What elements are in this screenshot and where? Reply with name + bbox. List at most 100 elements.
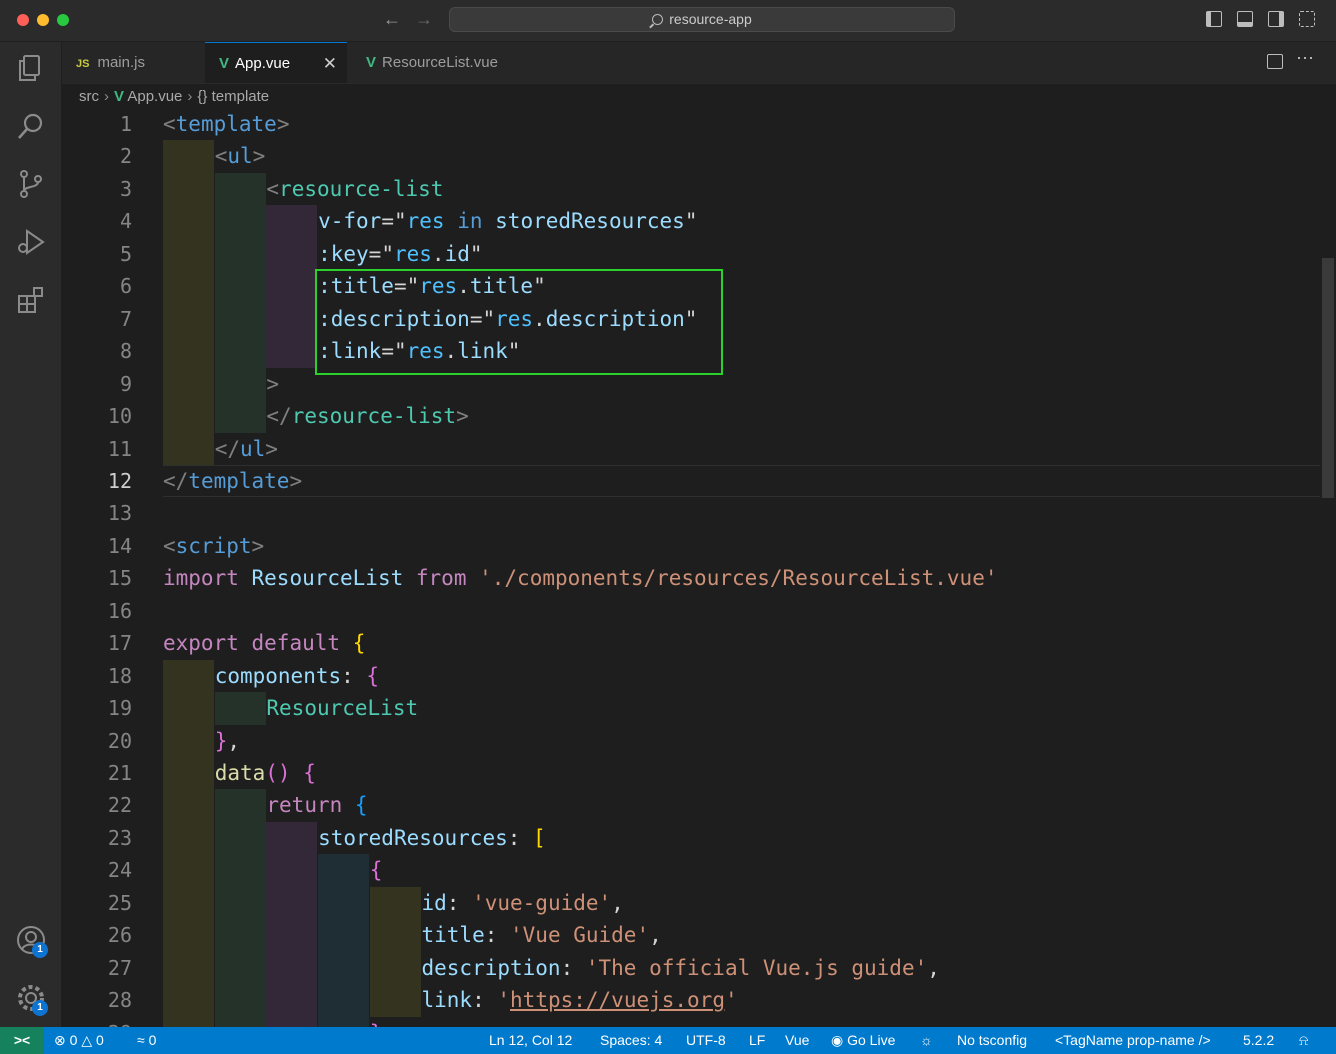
language-mode[interactable]: Vue (785, 1027, 809, 1054)
close-tab-icon[interactable]: ✕ (323, 43, 337, 84)
toggle-secondary-sidebar-icon[interactable] (1268, 11, 1284, 27)
indentation-setting[interactable]: Spaces: 4 (600, 1027, 662, 1054)
code-token: > (266, 371, 280, 396)
code-line[interactable]: storedResources: [ (318, 822, 546, 854)
code-line[interactable]: export default { (163, 627, 365, 659)
code-line[interactable]: components: { (215, 660, 379, 692)
code-area[interactable]: <template> <ul> <resource-list v-for="res i… (163, 108, 1323, 1027)
breadcrumb-file[interactable]: App.vue (127, 88, 182, 105)
code-token: id (444, 241, 470, 266)
source-control-icon[interactable] (15, 168, 47, 200)
code-line[interactable]: import ResourceList from './components/r… (163, 562, 998, 594)
code-token: , (927, 955, 940, 980)
code-line[interactable]: </ul> (215, 433, 278, 465)
code-line[interactable]: <template> (163, 108, 289, 140)
indent-guide (163, 432, 214, 465)
code-token: =" (381, 209, 407, 234)
tab-label: ResourceList.vue (382, 54, 498, 71)
code-token: data (214, 761, 266, 785)
code-line[interactable]: link: 'https://vuejs.org' (422, 984, 738, 1016)
tab-main-js[interactable]: JS main.js (62, 42, 204, 83)
code-token: { (369, 858, 383, 883)
editor-scrollbar[interactable] (1320, 108, 1336, 1027)
indent-guide (214, 951, 266, 985)
minimize-window-button[interactable] (37, 14, 49, 26)
cursor-position[interactable]: Ln 12, Col 12 (489, 1027, 572, 1054)
breadcrumb-folder[interactable]: src (79, 88, 99, 105)
tag-name-format[interactable]: <TagName prop-name /> (1055, 1027, 1211, 1054)
remote-indicator[interactable]: >< (0, 1027, 44, 1054)
tab-label: App.vue (235, 55, 291, 72)
explorer-icon[interactable] (15, 52, 47, 84)
code-line[interactable]: </resource-list> (266, 400, 468, 432)
indent-guide (266, 270, 318, 303)
activity-bar: 1 1 (0, 42, 62, 1027)
line-number-gutter: 1 2 3 4 5 6 7 8 9 10 11 12 13 14 15 16 17 18 19 20 21 22 23 24 2… (62, 108, 142, 1027)
code-line[interactable]: </template> (163, 465, 302, 497)
code-token: </ (266, 404, 292, 429)
indent-guide (214, 1016, 266, 1027)
settings-badge: 1 (32, 1000, 48, 1016)
code-line[interactable]: <ul> (215, 140, 266, 172)
end-of-line[interactable]: LF (749, 1027, 765, 1054)
code-line[interactable]: :key="res.id" (318, 238, 482, 270)
maximize-window-button[interactable] (57, 14, 69, 26)
code-line[interactable]: } (370, 1017, 383, 1027)
toggle-primary-sidebar-icon[interactable] (1206, 11, 1222, 27)
scrollbar-thumb[interactable] (1322, 258, 1334, 498)
code-line[interactable]: ResourceList (266, 692, 418, 724)
code-line[interactable]: <script> (163, 530, 264, 562)
code-line[interactable]: { (370, 854, 383, 886)
code-line[interactable]: v-for="res in storedResources" (318, 205, 697, 237)
breadcrumb-symbol[interactable]: template (212, 88, 270, 105)
code-line[interactable]: }, (215, 725, 240, 757)
code-token: description (421, 955, 561, 980)
indent-guide (163, 1016, 214, 1027)
notifications-bell-icon[interactable]: ⍾ (1299, 1027, 1308, 1054)
extensions-icon[interactable] (15, 284, 47, 316)
code-token: components (214, 663, 342, 688)
code-token: { (366, 663, 380, 688)
split-editor-icon[interactable] (1267, 54, 1283, 69)
code-line[interactable]: data() { (215, 757, 316, 789)
more-actions-icon[interactable]: ⋯ (1296, 48, 1314, 69)
code-line[interactable]: description: 'The official Vue.js guide'… (422, 952, 940, 984)
search-icon[interactable] (15, 110, 47, 142)
command-center-search[interactable]: resource-app (449, 7, 955, 32)
code-editor[interactable]: 1 2 3 4 5 6 7 8 9 10 11 12 13 14 15 16 17 18 19 20 21 22 23 24 2… (62, 108, 1336, 1027)
indent-guide (163, 400, 214, 433)
line-number: 5 (119, 241, 132, 266)
run-and-debug-icon[interactable] (15, 226, 47, 258)
ports-indicator[interactable]: ≈ 0 (137, 1027, 156, 1054)
code-token: " (469, 241, 483, 266)
code-line[interactable]: return { (266, 789, 367, 821)
go-live-button[interactable]: ◉ Go Live (831, 1027, 895, 1054)
customize-layout-icon[interactable] (1299, 11, 1315, 27)
forward-arrow-icon[interactable]: → (415, 9, 433, 30)
code-token: in (457, 209, 483, 234)
indent-guide (266, 205, 318, 238)
code-token: : (484, 923, 511, 948)
code-line[interactable]: id: 'vue-guide', (422, 887, 624, 919)
indent-guide (266, 951, 318, 985)
tsconfig-status[interactable]: No tsconfig (957, 1027, 1027, 1054)
code-line[interactable]: title: 'Vue Guide', (422, 919, 662, 951)
indent-guide (163, 919, 214, 952)
indent-guide (163, 367, 214, 401)
problems-indicator[interactable]: ⊗ 0 △ 0 (54, 1027, 104, 1054)
tab-app-vue[interactable]: V App.vue ✕ (205, 42, 347, 83)
typescript-version[interactable]: 5.2.2 (1243, 1027, 1274, 1054)
code-token: : (341, 663, 367, 688)
prettier-icon[interactable]: ☼ (920, 1027, 933, 1054)
code-line[interactable]: > (266, 368, 279, 400)
title-bar: ← → resource-app (0, 0, 1336, 42)
indent-guide (163, 659, 214, 693)
code-line[interactable]: <resource-list (266, 173, 443, 205)
back-arrow-icon[interactable]: ← (383, 9, 401, 30)
tab-resourcelist-vue[interactable]: V ResourceList.vue (352, 42, 542, 83)
close-window-button[interactable] (17, 14, 29, 26)
file-encoding[interactable]: UTF-8 (686, 1027, 726, 1054)
toggle-panel-icon[interactable] (1237, 11, 1253, 27)
